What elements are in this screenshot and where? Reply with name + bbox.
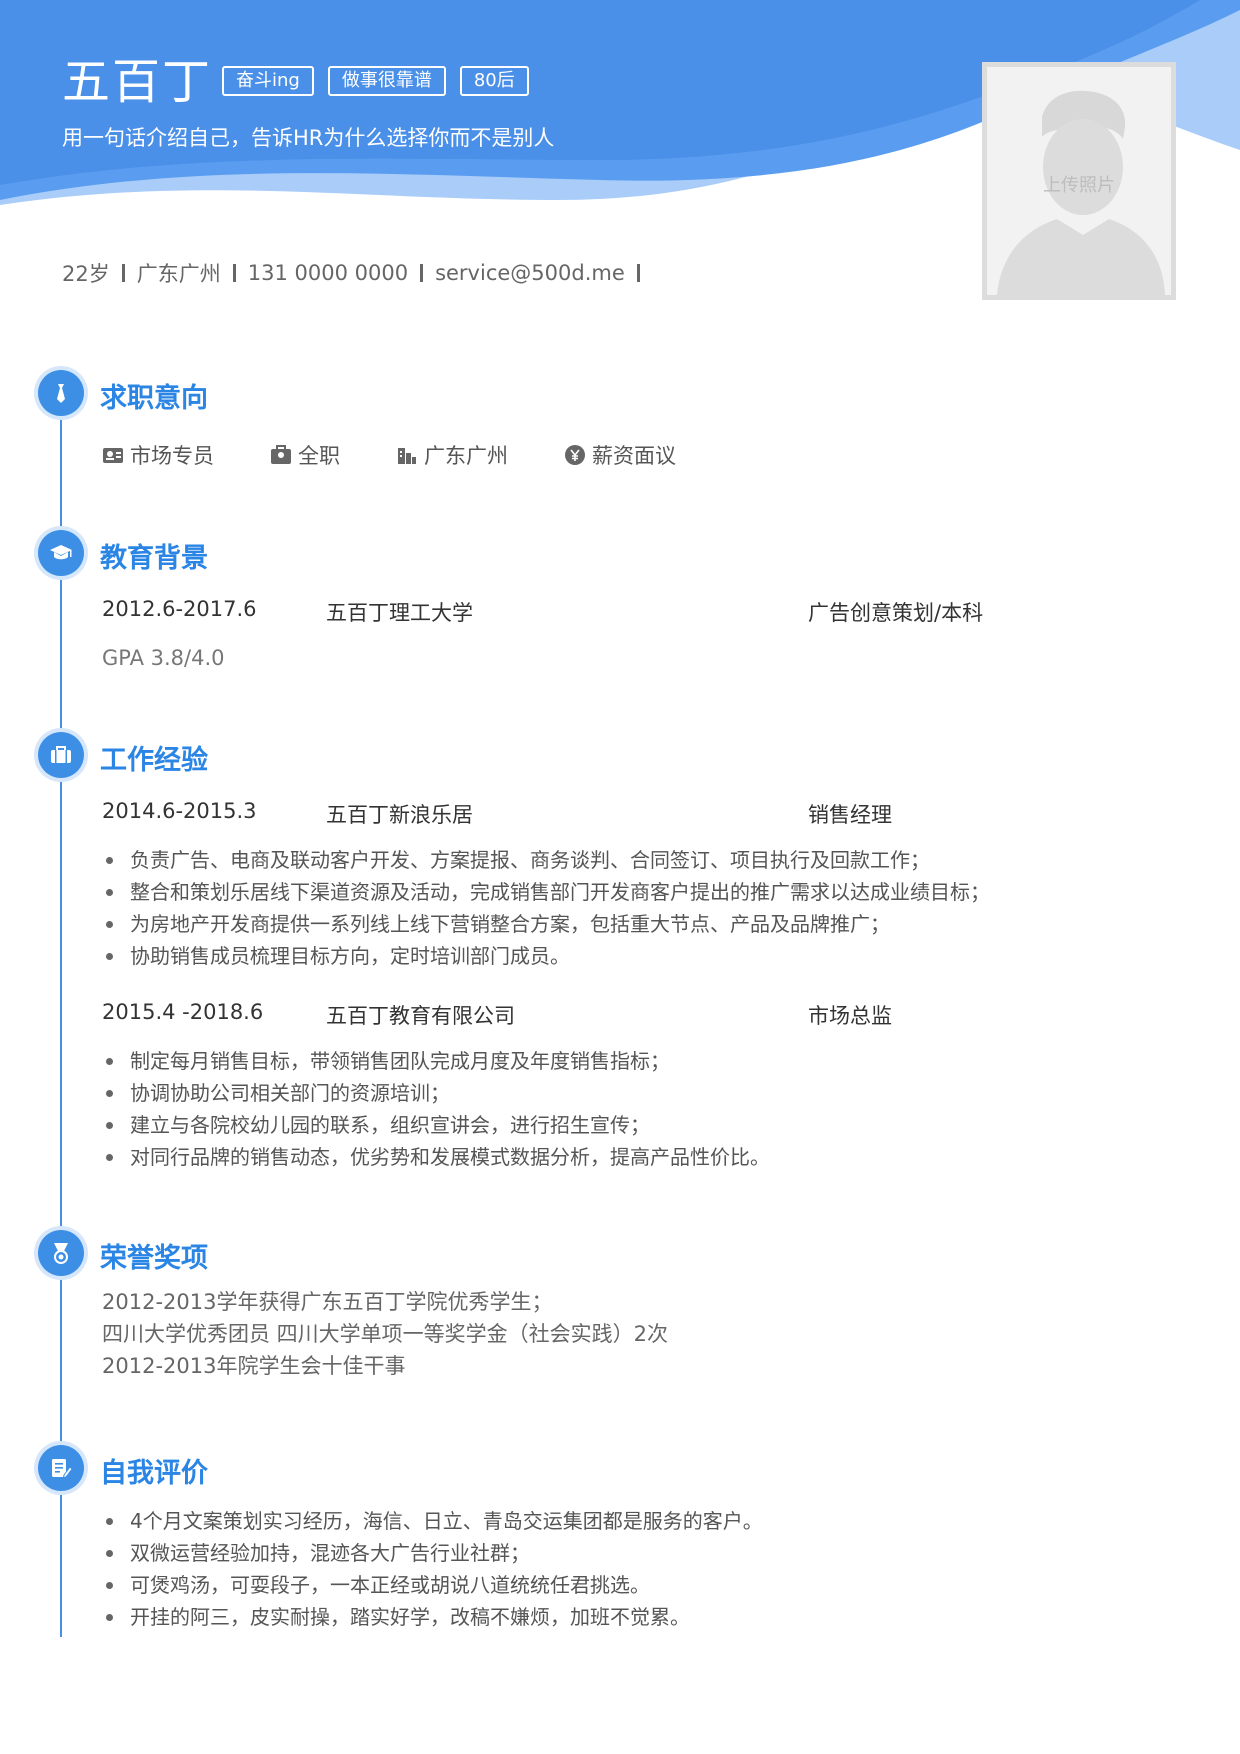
intent-label: 薪资面议 — [592, 444, 676, 468]
contact-email: service@500d.me — [435, 261, 625, 285]
tag-item: 奋斗ing — [222, 66, 314, 96]
work-duty-list: 负责广告、电商及联动客户开发、方案提报、商务谈判、合同签订、项目执行及回款工作；… — [102, 844, 990, 972]
list-item: 建立与各院校幼儿园的联系，组织宣讲会，进行招生宣传； — [102, 1109, 770, 1141]
work-row: 2014.6-2015.3 五百丁新浪乐居 销售经理 — [102, 799, 892, 829]
tag-item: 做事很靠谱 — [327, 66, 446, 96]
edit-note-icon — [38, 1445, 84, 1491]
section-title-work: 工作经验 — [100, 745, 208, 776]
list-item: 可煲鸡汤，可耍段子，一本正经或胡说八道统统任君挑选。 — [102, 1569, 763, 1601]
divider — [636, 264, 640, 282]
intent-type: 全职 — [270, 440, 396, 470]
medal-icon — [38, 1230, 84, 1276]
list-item: 2012-2013年院学生会十佳干事 — [102, 1354, 406, 1378]
work-date: 2015.4 -2018.6 — [102, 1000, 264, 1024]
contact-phone: 131 0000 0000 — [247, 261, 409, 285]
intent-label: 全职 — [298, 444, 340, 468]
divider — [232, 264, 236, 282]
list-item: 协助销售成员梳理目标方向，定时培训部门成员。 — [102, 940, 990, 972]
contact-age: 22岁 — [62, 262, 110, 286]
work-duty-list: 制定每月销售目标，带领销售团队完成月度及年度销售指标； 协调协助公司相关部门的资… — [102, 1045, 770, 1173]
intent-salary: 薪资面议 — [564, 440, 676, 470]
work-company: 五百丁教育有限公司 — [326, 1004, 515, 1028]
work-role: 市场总监 — [808, 1004, 892, 1028]
education-school: 五百丁理工大学 — [326, 601, 473, 625]
upload-photo-placeholder[interactable]: 上传照片 — [982, 62, 1176, 300]
contact-info: 22岁 广东广州 131 0000 0000 service@500d.me — [62, 258, 652, 288]
divider — [420, 264, 424, 282]
tag-list: 奋斗ing 做事很靠谱 80后 — [222, 66, 529, 96]
list-item: 双微运营经验加持，混迹各大广告行业社群； — [102, 1537, 763, 1569]
list-item: 制定每月销售目标，带领销售团队完成月度及年度销售指标； — [102, 1045, 770, 1077]
photo-label: 上传照片 — [1043, 175, 1115, 196]
list-item: 负责广告、电商及联动客户开发、方案提报、商务谈判、合同签订、项目执行及回款工作； — [102, 844, 990, 876]
education-major: 广告创意策划/本科 — [808, 601, 984, 625]
section-title-honors: 荣誉奖项 — [100, 1243, 208, 1274]
candidate-name: 五百丁 — [62, 54, 213, 110]
section-title-education: 教育背景 — [100, 543, 208, 574]
contact-location: 广东广州 — [136, 262, 221, 286]
work-date: 2014.6-2015.3 — [102, 799, 257, 823]
self-intro-motto: 用一句话介绍自己，告诉HR为什么选择你而不是别人 — [62, 126, 555, 150]
list-item: 为房地产开发商提供一系列线上线下营销整合方案，包括重大节点、产品及品牌推广； — [102, 908, 990, 940]
section-title-intent: 求职意向 — [100, 383, 208, 414]
job-intent-list: 市场专员 全职 广东广州 薪资面议 — [102, 440, 676, 470]
work-company: 五百丁新浪乐居 — [326, 803, 473, 827]
list-item: 协调协助公司相关部门的资源培训； — [102, 1077, 770, 1109]
building-icon — [398, 448, 416, 464]
intent-label: 市场专员 — [130, 444, 214, 468]
honor-list: 2012-2013学年获得广东五百丁学院优秀学生； 四川大学优秀团员 四川大学单… — [102, 1286, 668, 1382]
education-row: 2012.6-2017.6 五百丁理工大学 广告创意策划/本科 — [102, 597, 983, 627]
list-item: 对同行品牌的销售动态，优劣势和发展模式数据分析，提高产品性价比。 — [102, 1141, 770, 1173]
intent-label: 广东广州 — [424, 444, 508, 468]
list-item: 4个月文案策划实习经历，海信、日立、青岛交运集团都是服务的客户。 — [102, 1505, 763, 1537]
tie-icon — [38, 370, 84, 416]
intent-position: 市场专员 — [102, 440, 270, 470]
work-role: 销售经理 — [808, 803, 892, 827]
divider — [121, 264, 125, 282]
briefcase-icon — [271, 445, 291, 464]
tag-item: 80后 — [459, 66, 529, 96]
intent-city: 广东广州 — [396, 440, 564, 470]
section-title-self: 自我评价 — [100, 1458, 208, 1489]
list-item: 整合和策划乐居线下渠道资源及活动，完成销售部门开发商客户提出的推广需求以达成业绩… — [102, 876, 990, 908]
list-item: 2012-2013学年获得广东五百丁学院优秀学生； — [102, 1290, 553, 1314]
graduation-cap-icon — [38, 530, 84, 576]
list-item: 开挂的阿三，皮实耐操，踏实好学，改稿不嫌烦，加班不觉累。 — [102, 1601, 763, 1633]
yen-icon — [565, 445, 585, 465]
education-gpa: GPA 3.8/4.0 — [102, 646, 225, 670]
self-evaluation-list: 4个月文案策划实习经历，海信、日立、青岛交运集团都是服务的客户。 双微运营经验加… — [102, 1505, 763, 1633]
id-card-icon — [103, 448, 123, 463]
list-item: 四川大学优秀团员 四川大学单项一等奖学金（社会实践）2次 — [102, 1322, 669, 1346]
education-date: 2012.6-2017.6 — [102, 597, 257, 621]
work-row: 2015.4 -2018.6 五百丁教育有限公司 市场总监 — [102, 1000, 892, 1030]
briefcase-icon — [38, 732, 84, 778]
